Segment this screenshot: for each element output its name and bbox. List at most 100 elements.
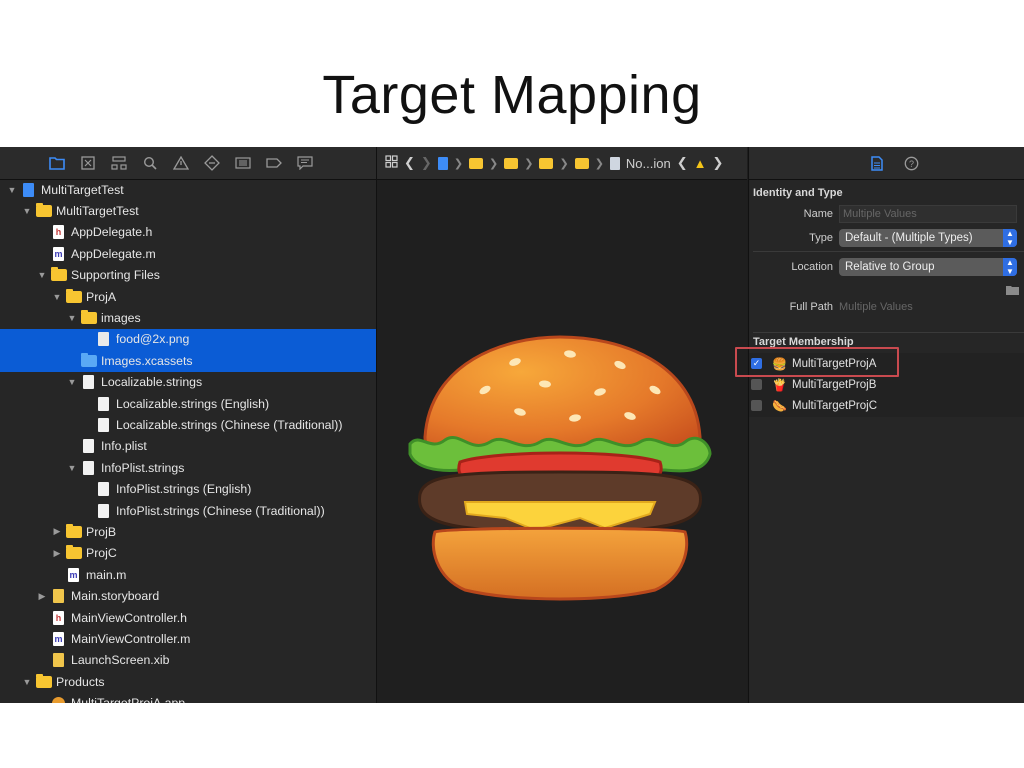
breakpoint-icon[interactable]	[265, 154, 283, 172]
checkbox-checked[interactable]: ✓	[751, 358, 762, 369]
warning-icon[interactable]: ▲	[694, 156, 707, 171]
interface-file-icon	[50, 589, 67, 604]
tree-row[interactable]: ▶ Main.storyboard	[0, 585, 376, 606]
tree-row[interactable]: ▼ Products	[0, 671, 376, 692]
hamburger-image	[408, 335, 712, 601]
next-issue-icon[interactable]: ❯	[713, 155, 724, 171]
folder-icon[interactable]	[48, 154, 66, 172]
location-value: Relative to Group	[845, 261, 935, 273]
location-popup[interactable]: Relative to Group ▲ ▼	[839, 258, 1017, 276]
chevron-right-icon: ❯	[524, 157, 534, 170]
folder-icon	[50, 267, 67, 283]
tree-row[interactable]: ▶LaunchScreen.xib	[0, 650, 376, 671]
target-row-projB[interactable]: 🍟 MultiTargetProjB	[749, 374, 1024, 395]
report-icon[interactable]	[296, 154, 314, 172]
tree-row[interactable]: ▶Images.xcassets	[0, 350, 376, 372]
xcode-window: ▼ MultiTargetTest ▼ MultiTargetTest ▶hAppDel…	[0, 147, 1024, 703]
folder-icon	[80, 310, 97, 326]
checkbox[interactable]	[751, 379, 762, 390]
tree-row-label: ProjB	[86, 524, 117, 539]
back-icon[interactable]: ❮	[404, 155, 415, 171]
search-icon[interactable]	[141, 154, 159, 172]
previous-issue-icon[interactable]: ❮	[677, 155, 688, 171]
file-icon	[95, 417, 112, 432]
checkbox[interactable]	[751, 400, 762, 411]
tree-row[interactable]: ▶ ProjB	[0, 521, 376, 542]
asset-catalog-icon	[80, 352, 97, 368]
type-popup[interactable]: Default - (Multiple Types) ▲ ▼	[839, 229, 1017, 247]
related-items-icon[interactable]	[385, 155, 398, 171]
tree-row[interactable]: ▼ images	[0, 307, 376, 328]
tree-row[interactable]: ▼ MultiTargetTest	[0, 200, 376, 221]
tree-row[interactable]: ▶MultiTargetProjA.app	[0, 692, 376, 703]
target-row-projC[interactable]: 🌭 MultiTargetProjC	[749, 395, 1024, 416]
tree-row[interactable]: ▶hMainViewController.h	[0, 607, 376, 628]
image-file-icon	[95, 332, 112, 347]
disclosure-closed-icon[interactable]: ▶	[51, 548, 63, 559]
divider	[753, 251, 1024, 252]
folder-icon[interactable]	[469, 157, 484, 169]
editor-area: ❮ ❯ ❯ ❯ ❯ ❯ ❯ No...ion ❮ ▲ ❯	[377, 147, 747, 703]
disclosure-open-icon[interactable]: ▼	[66, 463, 78, 473]
file-icon	[95, 396, 112, 411]
folder-icon[interactable]	[574, 157, 589, 169]
file-icon	[95, 503, 112, 518]
tree-row-label: Localizable.strings	[101, 375, 203, 390]
folder-icon[interactable]	[539, 157, 554, 169]
tree-row[interactable]: ▶Info.plist	[0, 436, 376, 457]
target-row-projA[interactable]: ✓ 🍔 MultiTargetProjA	[749, 353, 1024, 374]
folder-icon[interactable]	[504, 157, 519, 169]
forward-icon[interactable]: ❯	[421, 155, 432, 171]
disclosure-open-icon[interactable]: ▼	[36, 270, 48, 280]
implementation-file-icon: m	[68, 567, 79, 582]
debug-icon[interactable]	[234, 154, 252, 172]
tree-row[interactable]: ▶hAppDelegate.h	[0, 222, 376, 243]
tree-row-label: MultiTargetTest	[56, 204, 139, 219]
tree-row[interactable]: ▶Localizable.strings (Chinese (Tradition…	[0, 414, 376, 435]
tree-row[interactable]: ▶InfoPlist.strings (Chinese (Traditional…	[0, 500, 376, 521]
disclosure-open-icon[interactable]: ▼	[51, 292, 63, 302]
tree-row[interactable]: ▶mMainViewController.m	[0, 628, 376, 649]
target-label: MultiTargetProjB	[792, 378, 877, 391]
header-file-icon: h	[50, 225, 67, 240]
tree-row[interactable]: ▶ ProjC	[0, 543, 376, 564]
tree-row[interactable]: ▼ MultiTargetTest	[0, 179, 376, 200]
tree-row[interactable]: ▶InfoPlist.strings (English)	[0, 478, 376, 499]
disclosure-open-icon[interactable]: ▼	[66, 377, 78, 387]
tree-row[interactable]: ▼ InfoPlist.strings	[0, 457, 376, 478]
test-icon[interactable]	[203, 154, 221, 172]
hierarchy-icon[interactable]	[110, 154, 128, 172]
type-label: Type	[809, 232, 833, 244]
disclosure-closed-icon[interactable]: ▶	[36, 591, 48, 602]
interface-file-icon	[50, 653, 67, 668]
project-file-icon	[20, 182, 37, 197]
breadcrumb-current[interactable]: No...ion	[626, 156, 671, 171]
tree-row-label: Images.xcassets	[101, 353, 193, 368]
disclosure-open-icon[interactable]: ▼	[21, 677, 33, 687]
tree-row-label: MultiTargetTest	[41, 182, 124, 197]
name-field[interactable]: Multiple Values	[839, 205, 1017, 223]
tree-row[interactable]: ▶mAppDelegate.m	[0, 243, 376, 264]
disclosure-closed-icon[interactable]: ▶	[51, 526, 63, 537]
disclosure-open-icon[interactable]: ▼	[66, 313, 78, 323]
tree-row[interactable]: ▼ ProjA	[0, 286, 376, 307]
source-control-icon[interactable]	[79, 154, 97, 172]
tree-row[interactable]: ▶Localizable.strings (English)	[0, 393, 376, 414]
tree-row[interactable]: ▼ Supporting Files	[0, 265, 376, 286]
tree-row-label: InfoPlist.strings (Chinese (Traditional)…	[116, 503, 325, 518]
disclosure-open-icon[interactable]: ▼	[21, 206, 33, 216]
hamburger-icon: 🍔	[772, 356, 787, 371]
project-file-icon[interactable]	[437, 156, 448, 170]
tree-row[interactable]: ▼ Localizable.strings	[0, 372, 376, 393]
implementation-file-icon: m	[53, 246, 64, 261]
tree-row[interactable]: ▶mmain.m	[0, 564, 376, 585]
jump-bar: ❮ ❯ ❯ ❯ ❯ ❯ ❯ No...ion ❮ ▲ ❯	[377, 147, 747, 180]
help-icon[interactable]: ?	[902, 154, 920, 172]
folder-icon	[35, 203, 52, 219]
tree-row-label: Localizable.strings (Chinese (Traditiona…	[116, 417, 343, 432]
tree-row[interactable]: ▶food@2x.png	[0, 328, 376, 351]
file-icon[interactable]	[609, 156, 620, 170]
file-inspector-icon[interactable]	[868, 154, 886, 172]
disclosure-open-icon[interactable]: ▼	[6, 185, 18, 195]
warning-icon[interactable]	[172, 154, 190, 172]
